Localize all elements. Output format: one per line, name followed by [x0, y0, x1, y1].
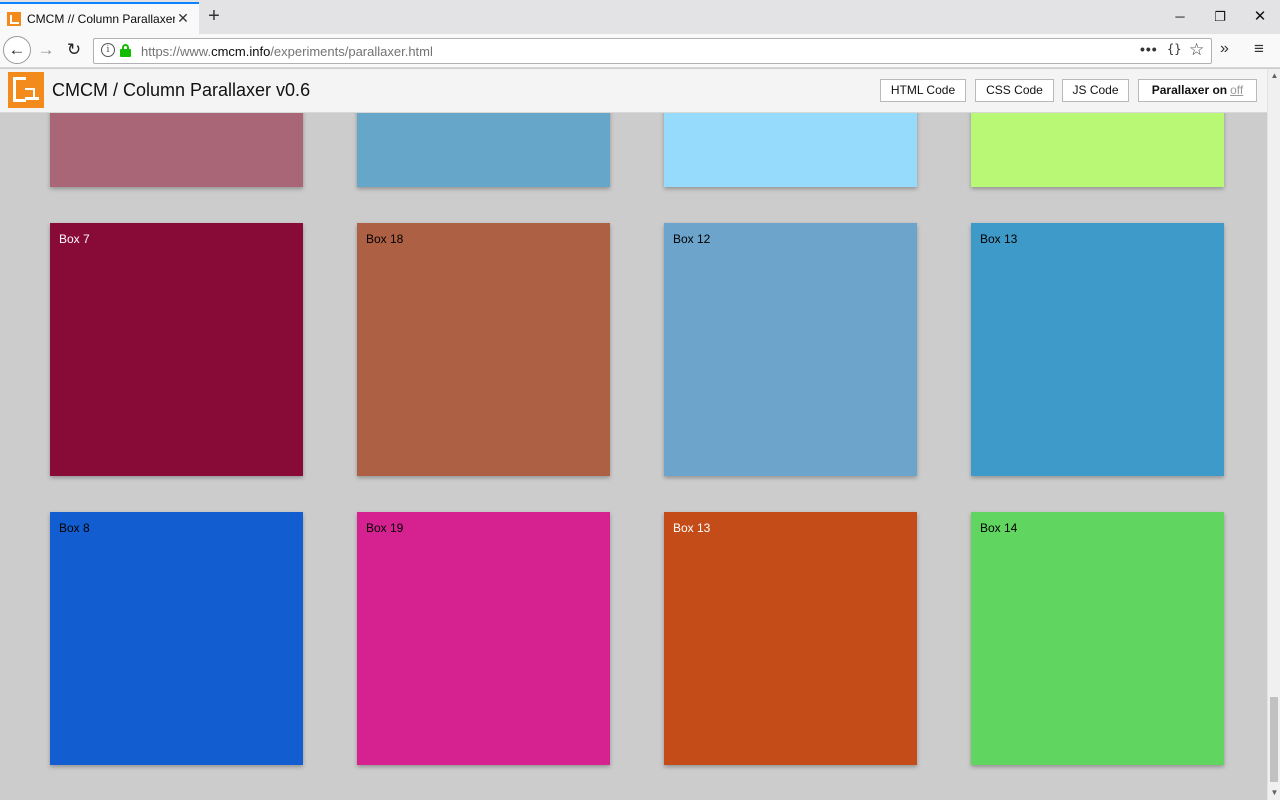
- box-label: Box 13: [980, 232, 1018, 246]
- box-r1-c1: Box 18: [357, 223, 610, 476]
- new-tab-button[interactable]: +: [204, 6, 224, 27]
- box-label: Box 13: [673, 521, 711, 535]
- lock-icon[interactable]: [120, 44, 131, 57]
- parallaxer-toggle-button[interactable]: Parallaxer on off: [1138, 79, 1257, 102]
- box-r2-c2: Box 13: [664, 512, 917, 765]
- url-bar[interactable]: i https://www.cmcm.info/experiments/para…: [93, 38, 1212, 64]
- box-r2-c0: Box 8: [50, 512, 303, 765]
- scroll-down-arrow-icon[interactable]: ▼: [1268, 786, 1280, 799]
- hamburger-menu-icon[interactable]: ≡: [1254, 39, 1264, 59]
- tab-active[interactable]: CMCM // Column Parallaxer // CMCM ✕: [0, 2, 199, 34]
- page-title: CMCM / Column Parallaxer v0.6: [52, 80, 311, 100]
- window-maximize-button[interactable]: ❐: [1208, 6, 1232, 28]
- url-domain: cmcm.info: [211, 44, 271, 59]
- box-r1-c2: Box 12: [664, 223, 917, 476]
- tab-strip: CMCM // Column Parallaxer // CMCM ✕ + ─ …: [0, 0, 1280, 34]
- box-r2-c3: Box 14: [971, 512, 1224, 765]
- box-label: Box 14: [980, 521, 1018, 535]
- navigation-toolbar: ← → ↻ i https://www.cmcm.info/experiment…: [0, 34, 1280, 68]
- box-r2-c1: Box 19: [357, 512, 610, 765]
- cmcm-logo-icon[interactable]: [8, 72, 44, 108]
- favicon-icon: [7, 12, 21, 26]
- css-code-button[interactable]: CSS Code: [975, 79, 1054, 102]
- back-button[interactable]: ←: [3, 36, 31, 64]
- scrollbar-thumb[interactable]: [1270, 697, 1278, 782]
- url-path: /experiments/parallaxer.html: [270, 44, 433, 59]
- parallaxer-on-label: Parallaxer on: [1151, 83, 1228, 97]
- json-view-icon[interactable]: {}: [1167, 42, 1181, 56]
- url-text[interactable]: https://www.cmcm.info/experiments/parall…: [141, 44, 433, 59]
- scroll-up-arrow-icon[interactable]: ▲: [1268, 69, 1280, 82]
- box-label: Box 12: [673, 232, 711, 246]
- url-prefix: https://www.: [141, 44, 212, 59]
- box-label: Box 7: [59, 232, 90, 246]
- window-minimize-button[interactable]: ─: [1168, 6, 1192, 28]
- tab-title: CMCM // Column Parallaxer // CMCM: [27, 12, 175, 26]
- forward-button[interactable]: →: [35, 39, 57, 61]
- box-r1-c3: Box 13: [971, 223, 1224, 476]
- reload-button[interactable]: ↻: [63, 39, 85, 61]
- html-code-button[interactable]: HTML Code: [880, 79, 966, 102]
- overflow-chevron-icon[interactable]: »: [1220, 40, 1229, 58]
- box-r1-c0: Box 7: [50, 223, 303, 476]
- page-viewport: CMCM / Column Parallaxer v0.6 HTML Code …: [0, 69, 1267, 800]
- window-close-button[interactable]: ✕: [1248, 6, 1272, 28]
- box-label: Box 18: [366, 232, 404, 246]
- page-actions-icon[interactable]: •••: [1140, 41, 1158, 57]
- info-icon[interactable]: i: [101, 43, 115, 57]
- js-code-button[interactable]: JS Code: [1062, 79, 1129, 102]
- bookmark-star-icon[interactable]: ☆: [1189, 40, 1204, 60]
- parallaxer-off-link[interactable]: off: [1230, 83, 1243, 97]
- box-label: Box 19: [366, 521, 404, 535]
- site-header: CMCM / Column Parallaxer v0.6 HTML Code …: [0, 69, 1267, 113]
- box-label: Box 8: [59, 521, 90, 535]
- tab-close-icon[interactable]: ✕: [175, 10, 191, 26]
- page-scrollbar[interactable]: ▲ ▼: [1267, 69, 1280, 800]
